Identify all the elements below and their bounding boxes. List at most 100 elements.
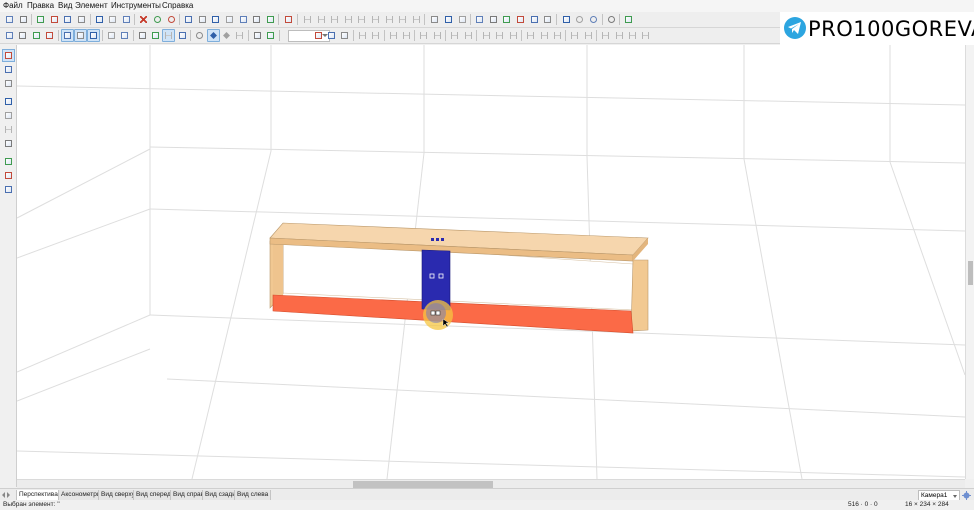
dimension-button[interactable]: [233, 29, 246, 42]
add-camera-icon[interactable]: [962, 491, 971, 500]
grid-button[interactable]: [428, 13, 441, 26]
menu-tools[interactable]: Инструменты: [111, 0, 161, 12]
align-button[interactable]: [315, 13, 328, 26]
light-button[interactable]: [136, 29, 149, 42]
tool-tool-button[interactable]: [2, 183, 15, 196]
align-button[interactable]: [410, 13, 423, 26]
paste-button[interactable]: [120, 13, 133, 26]
menu-element[interactable]: Элемент: [75, 0, 108, 12]
align-button[interactable]: [431, 29, 444, 42]
rotate-button[interactable]: [500, 13, 513, 26]
tool-tool-button[interactable]: [2, 169, 15, 182]
dimension-button[interactable]: [480, 29, 493, 42]
box-button[interactable]: [87, 29, 101, 42]
circle-button[interactable]: [165, 13, 178, 26]
align-button[interactable]: [301, 13, 314, 26]
menu-edit[interactable]: Правка: [27, 0, 54, 12]
align-button[interactable]: [396, 13, 409, 26]
dimension-button[interactable]: [626, 29, 639, 42]
grid-button[interactable]: [442, 13, 455, 26]
zoom-button[interactable]: [312, 29, 325, 42]
eye-button[interactable]: [193, 29, 206, 42]
zoom-tool-button[interactable]: [2, 77, 15, 90]
align-button[interactable]: [342, 13, 355, 26]
save-button[interactable]: [34, 13, 47, 26]
align-button[interactable]: [355, 13, 368, 26]
dimension-button[interactable]: [524, 29, 537, 42]
ellipse-button[interactable]: [587, 13, 600, 26]
dimension-button[interactable]: [599, 29, 612, 42]
list-button[interactable]: [176, 29, 189, 42]
menu-view[interactable]: Вид: [58, 0, 72, 12]
dimension-button[interactable]: [507, 29, 520, 42]
dimension-button[interactable]: [162, 29, 176, 42]
frame-button[interactable]: [250, 13, 263, 26]
dimension-button[interactable]: [613, 29, 626, 42]
dimension-button[interactable]: [582, 29, 595, 42]
move-button[interactable]: [514, 13, 527, 26]
align-button[interactable]: [387, 29, 400, 42]
print-button[interactable]: [61, 13, 74, 26]
zoom-button[interactable]: [338, 29, 351, 42]
cut-button[interactable]: [93, 13, 106, 26]
dimension-tool-button[interactable]: [2, 123, 15, 136]
ellipse-button[interactable]: [573, 13, 586, 26]
box-button[interactable]: [74, 29, 87, 42]
globe-button[interactable]: [151, 13, 164, 26]
new-file-button[interactable]: [3, 13, 16, 26]
frame-button[interactable]: [196, 13, 209, 26]
align-button[interactable]: [356, 29, 369, 42]
save-as-button[interactable]: [48, 13, 61, 26]
align-button[interactable]: [417, 29, 430, 42]
mirror-button[interactable]: [541, 13, 554, 26]
select-arrow-tool-button[interactable]: [2, 49, 15, 62]
print-preview-button[interactable]: [75, 13, 88, 26]
vertical-scrollbar[interactable]: [965, 45, 974, 479]
arrow-button[interactable]: [487, 13, 500, 26]
vertical-scroll-thumb[interactable]: [968, 261, 973, 285]
right-panel[interactable]: [630, 259, 649, 332]
diamond-button[interactable]: [220, 29, 233, 42]
tool-tool-button[interactable]: [2, 137, 15, 150]
dimension-button[interactable]: [538, 29, 551, 42]
shape-button[interactable]: [149, 29, 162, 42]
tool-tool-button[interactable]: [2, 155, 15, 168]
grid-button[interactable]: [456, 13, 469, 26]
align-button[interactable]: [400, 29, 413, 42]
box-button[interactable]: [43, 29, 56, 42]
color-button[interactable]: [105, 29, 118, 42]
frame-button[interactable]: [209, 13, 222, 26]
frame-button[interactable]: [560, 13, 573, 26]
align-button[interactable]: [448, 29, 461, 42]
menu-file[interactable]: Файл: [3, 0, 23, 12]
shape-tool-button[interactable]: [2, 109, 15, 122]
pencil-tool-button[interactable]: [2, 95, 15, 108]
open-file-button[interactable]: [17, 13, 30, 26]
box-button[interactable]: [60, 29, 74, 42]
cabinet-model[interactable]: [269, 222, 649, 334]
copy-button[interactable]: [106, 13, 119, 26]
frame-button[interactable]: [237, 13, 250, 26]
move-tool-button[interactable]: [2, 63, 15, 76]
dimension-button[interactable]: [639, 29, 652, 42]
color-button[interactable]: [118, 29, 131, 42]
align-button[interactable]: [328, 13, 341, 26]
dimension-button[interactable]: [568, 29, 581, 42]
dimension-button[interactable]: [551, 29, 564, 42]
diamond-button[interactable]: [206, 29, 220, 42]
mirror-button[interactable]: [528, 13, 541, 26]
arrow-button[interactable]: [473, 13, 486, 26]
dimension-button[interactable]: [493, 29, 506, 42]
eye-button[interactable]: [605, 13, 618, 26]
tool-button[interactable]: [264, 29, 277, 42]
box-button[interactable]: [16, 29, 29, 42]
frame-button[interactable]: [264, 13, 277, 26]
frame-button[interactable]: [223, 13, 236, 26]
box-button[interactable]: [3, 29, 16, 42]
gear-button[interactable]: [622, 13, 635, 26]
box-button[interactable]: [30, 29, 43, 42]
menu-help[interactable]: Справка: [162, 0, 193, 12]
magnet-button[interactable]: [251, 29, 264, 42]
align-button[interactable]: [462, 29, 475, 42]
tab-scroll-icon[interactable]: [1, 491, 11, 499]
